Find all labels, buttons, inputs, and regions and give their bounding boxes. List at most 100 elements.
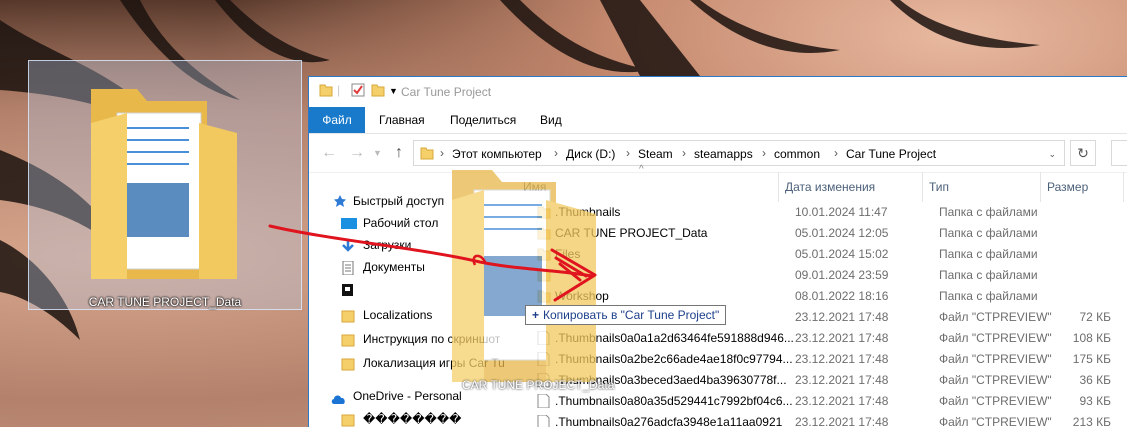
copy-to-tooltip: + Копировать в "Car Tune Project" <box>525 305 727 325</box>
file-type: Папка с файлами <box>939 268 1038 282</box>
breadcrumb-separator: › <box>626 146 630 160</box>
column-divider <box>1123 172 1124 202</box>
recent-locations-chevron-icon[interactable]: ▼ <box>373 148 382 158</box>
breadcrumb-common[interactable]: common <box>774 147 820 161</box>
file-date: 23.12.2021 17:48 <box>795 373 889 387</box>
breadcrumb-steam[interactable]: Steam <box>638 147 673 161</box>
folder-icon <box>341 356 355 371</box>
ribbon-tabs: Файл Главная Поделиться Вид <box>309 107 1127 134</box>
list-item[interactable]: Workshop08.01.2022 18:16Папка с файлами <box>519 286 1127 307</box>
column-divider <box>778 172 779 202</box>
desktop-icon <box>341 216 357 229</box>
file-type: Файл "CTPREVIEW" <box>939 331 1052 345</box>
file-type: Папка с файлами <box>939 226 1038 240</box>
folder-icon <box>341 332 355 347</box>
list-item[interactable]: .Thumbnails10.01.2024 11:47Папка с файла… <box>519 202 1127 223</box>
file-name: .Thumbnails0a80a35d529441c7992bf04c6... <box>555 394 793 408</box>
address-history-chevron-icon[interactable]: ⌄ <box>1048 149 1056 160</box>
breadcrumb-separator: › <box>834 146 838 160</box>
file-type: Файл "CTPREVIEW" <box>939 415 1052 427</box>
tab-share[interactable]: Поделиться <box>450 107 516 133</box>
file-size: 175 КБ <box>1072 352 1111 366</box>
properties-icon[interactable] <box>351 83 365 100</box>
file-size: 213 КБ <box>1072 415 1111 427</box>
file-explorer-window: | ▼ Car Tune Project Файл Главная Подели… <box>308 76 1127 427</box>
list-item[interactable]: .Thumbnails0a80a35d529441c7992bf04c6... 2… <box>519 391 1127 412</box>
file-type: Файл "CTPREVIEW" <box>939 352 1052 366</box>
file-date: 23.12.2021 17:48 <box>795 310 889 324</box>
list-item[interactable]: CAR TUNE PROJECT_Data 05.01.2024 12:05 Пап… <box>519 223 1127 244</box>
star-icon <box>333 193 347 207</box>
list-item[interactable]: .Thumbnails0a0a1a2d63464fe591888d946... 2… <box>519 328 1127 349</box>
file-type: Файл "CTPREVIEW" <box>939 373 1052 387</box>
title-bar: | ▼ Car Tune Project <box>309 77 1127 107</box>
file-icon <box>537 414 550 427</box>
file-type: Файл "CTPREVIEW" <box>939 394 1052 408</box>
window-title: Car Tune Project <box>401 85 492 99</box>
list-item[interactable]: Files05.01.2024 15:02Папка с файлами <box>519 244 1127 265</box>
download-icon <box>341 238 355 252</box>
file-icon <box>537 393 550 409</box>
sort-caret-icon: ^ <box>639 164 644 175</box>
column-divider <box>1040 172 1041 202</box>
cloud-icon <box>331 390 345 404</box>
file-type: Папка с файлами <box>939 289 1038 303</box>
breadcrumb-car-tune-project[interactable]: Car Tune Project <box>846 147 936 161</box>
column-header-type[interactable]: Тип <box>929 172 949 202</box>
back-arrow-icon[interactable]: ← <box>321 144 337 162</box>
new-folder-icon[interactable] <box>371 83 385 100</box>
document-icon <box>341 260 355 276</box>
desktop-folder-label: CAR TUNE PROJECT_Data <box>88 295 242 309</box>
file-size: 108 КБ <box>1072 331 1111 345</box>
tab-view[interactable]: Вид <box>540 107 562 133</box>
folder-icon <box>319 83 333 100</box>
breadcrumb-drive-d[interactable]: Диск (D:) <box>566 147 615 161</box>
address-row: ← → ▼ ↑ › Этот компьютер › Диск (D:) › S… <box>309 134 1127 173</box>
customize-quick-access-icon[interactable]: ▼ <box>389 86 398 96</box>
file-date: 10.01.2024 11:47 <box>795 205 888 219</box>
file-date: 23.12.2021 17:48 <box>795 331 889 345</box>
up-arrow-icon[interactable]: ↑ <box>395 144 403 162</box>
file-name: .Thumbnails0a276adcfa3948e1a11aa0921 <box>555 415 783 427</box>
file-date: 09.01.2024 23:59 <box>795 268 889 282</box>
separator: | <box>337 83 341 97</box>
folder-icon <box>341 308 355 323</box>
file-date: 23.12.2021 17:48 <box>795 415 889 427</box>
file-date: 23.12.2021 17:48 <box>795 394 889 408</box>
tab-home[interactable]: Главная <box>379 107 425 133</box>
file-date: 08.01.2022 18:16 <box>795 289 889 303</box>
breadcrumb-this-pc[interactable]: Этот компьютер <box>452 147 542 161</box>
breadcrumb-separator: › <box>554 146 558 160</box>
column-header-date[interactable]: Дата изменения <box>785 172 875 202</box>
search-input[interactable] <box>1111 140 1127 166</box>
dragged-folder-ghost-icon <box>452 170 596 382</box>
desktop-folder-icon-selected[interactable]: CAR TUNE PROJECT_Data <box>28 60 302 310</box>
plus-icon: + <box>532 308 540 322</box>
list-item[interactable]: .Thumbnails0a2be2c66ade4ae18f0c97794... 2… <box>519 349 1127 370</box>
breadcrumb-separator: › <box>762 146 766 160</box>
tab-file[interactable]: Файл <box>309 107 365 133</box>
file-date: 23.12.2021 17:48 <box>795 352 889 366</box>
breadcrumb-steamapps[interactable]: steamapps <box>694 147 753 161</box>
file-type: Папка с файлами <box>939 247 1038 261</box>
file-date: 05.01.2024 12:05 <box>795 226 889 240</box>
file-type: Папка с файлами <box>939 205 1038 219</box>
file-size: 72 КБ <box>1079 310 1111 324</box>
forward-arrow-icon[interactable]: → <box>349 144 365 162</box>
list-item[interactable]: .Thumbnails0a276adcfa3948e1a11aa0921 23.1… <box>519 412 1127 427</box>
breadcrumb-separator: › <box>440 146 444 160</box>
black-folder-icon <box>341 282 355 296</box>
folder-icon <box>341 412 355 427</box>
file-size: 36 КБ <box>1079 373 1111 387</box>
file-date: 05.01.2024 15:02 <box>795 247 889 261</box>
breadcrumb-separator: › <box>682 146 686 160</box>
copy-to-tooltip-text: Копировать в "Car Tune Project" <box>543 308 720 322</box>
refresh-icon[interactable]: ↻ <box>1070 140 1096 166</box>
file-type: Файл "CTPREVIEW" <box>939 310 1052 324</box>
list-item[interactable]: 09.01.2024 23:59 Папка с файлами <box>519 265 1127 286</box>
column-header-size[interactable]: Размер <box>1047 172 1088 202</box>
dragged-folder-label: CAR TUNE PROJECT_Data <box>462 378 615 392</box>
file-size: 93 КБ <box>1079 394 1111 408</box>
folder-with-documents-icon <box>91 89 237 279</box>
folder-icon <box>420 146 434 163</box>
